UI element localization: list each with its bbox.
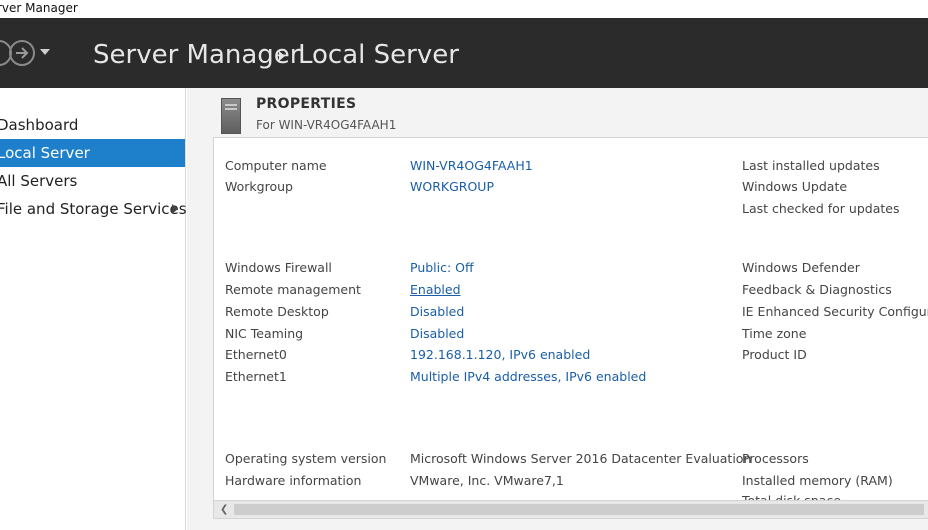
expand-arrow-icon[interactable]	[172, 204, 178, 214]
properties-panel: Computer name WIN-VR4OG4FAAH1 Workgroup …	[213, 137, 928, 519]
sidebar-item-dashboard[interactable]: Dashboard	[0, 111, 185, 139]
sidebar-item-label: File and Storage Services	[0, 200, 187, 218]
property-label: NIC Teaming	[225, 326, 304, 341]
property-label: Computer name	[225, 158, 327, 173]
property-label: Hardware information	[225, 473, 362, 488]
sidebar-item-label: Dashboard	[0, 116, 79, 134]
property-label: Remote management	[225, 282, 361, 297]
history-dropdown-icon[interactable]	[40, 49, 50, 55]
property-label: Last installed updates	[742, 158, 880, 173]
property-label: Ethernet0	[225, 347, 287, 362]
breadcrumb-separator-icon	[279, 51, 285, 61]
property-label: Installed memory (RAM)	[742, 473, 893, 488]
server-icon	[221, 98, 241, 134]
app-title: Server Manager	[93, 40, 301, 70]
property-label: Windows Firewall	[225, 260, 332, 275]
property-label: Workgroup	[225, 179, 293, 194]
properties-subtitle: For WIN-VR4OG4FAAH1	[256, 118, 397, 132]
properties-grid: Computer name WIN-VR4OG4FAAH1 Workgroup …	[214, 138, 928, 502]
os-version-value: Microsoft Windows Server 2016 Datacenter…	[410, 451, 752, 466]
remote-management-link[interactable]: Enabled	[410, 282, 461, 298]
scroll-left-icon[interactable]: ❮	[220, 505, 228, 515]
page-title: Local Server	[298, 40, 459, 70]
property-label: IE Enhanced Security Configuratio	[742, 304, 928, 319]
nic-teaming-link[interactable]: Disabled	[410, 326, 464, 342]
property-label: Ethernet1	[225, 369, 287, 384]
properties-title: PROPERTIES	[256, 96, 357, 112]
computer-name-link[interactable]: WIN-VR4OG4FAAH1	[410, 158, 533, 174]
forward-button[interactable]	[9, 40, 35, 66]
property-label: Feedback & Diagnostics	[742, 282, 892, 297]
main-content: PROPERTIES For WIN-VR4OG4FAAH1 Computer …	[187, 88, 928, 530]
sidebar-item-label: Local Server	[0, 144, 90, 162]
workgroup-link[interactable]: WORKGROUP	[410, 179, 494, 195]
property-label: Product ID	[742, 347, 807, 362]
window-title: Server Manager	[0, 1, 78, 15]
ethernet0-link[interactable]: 192.168.1.120, IPv6 enabled	[410, 347, 590, 363]
property-label: Remote Desktop	[225, 304, 329, 319]
property-label: Windows Update	[742, 179, 848, 194]
arrow-right-icon	[16, 47, 29, 59]
sidebar-item-all-servers[interactable]: All Servers	[0, 167, 185, 195]
property-label: Processors	[742, 451, 809, 466]
header-bar: Server Manager Local Server	[0, 18, 928, 88]
sidebar-item-local-server[interactable]: Local Server	[0, 139, 185, 167]
windows-firewall-link[interactable]: Public: Off	[410, 260, 474, 276]
sidebar-item-file-storage[interactable]: File and Storage Services	[0, 195, 187, 223]
property-label: Windows Defender	[742, 260, 860, 275]
sidebar: Dashboard Local Server All Servers File …	[0, 88, 187, 530]
ethernet1-link[interactable]: Multiple IPv4 addresses, IPv6 enabled	[410, 369, 646, 385]
scrollbar-thumb[interactable]	[234, 504, 924, 515]
window-title-bar: Server Manager	[0, 0, 928, 18]
property-label: Last checked for updates	[742, 201, 900, 216]
property-label: Operating system version	[225, 451, 387, 466]
hardware-info-value: VMware, Inc. VMware7,1	[410, 473, 564, 488]
property-label: Time zone	[742, 326, 807, 341]
remote-desktop-link[interactable]: Disabled	[410, 304, 464, 320]
horizontal-scrollbar[interactable]: ❮	[214, 500, 928, 518]
sidebar-item-label: All Servers	[0, 172, 78, 190]
